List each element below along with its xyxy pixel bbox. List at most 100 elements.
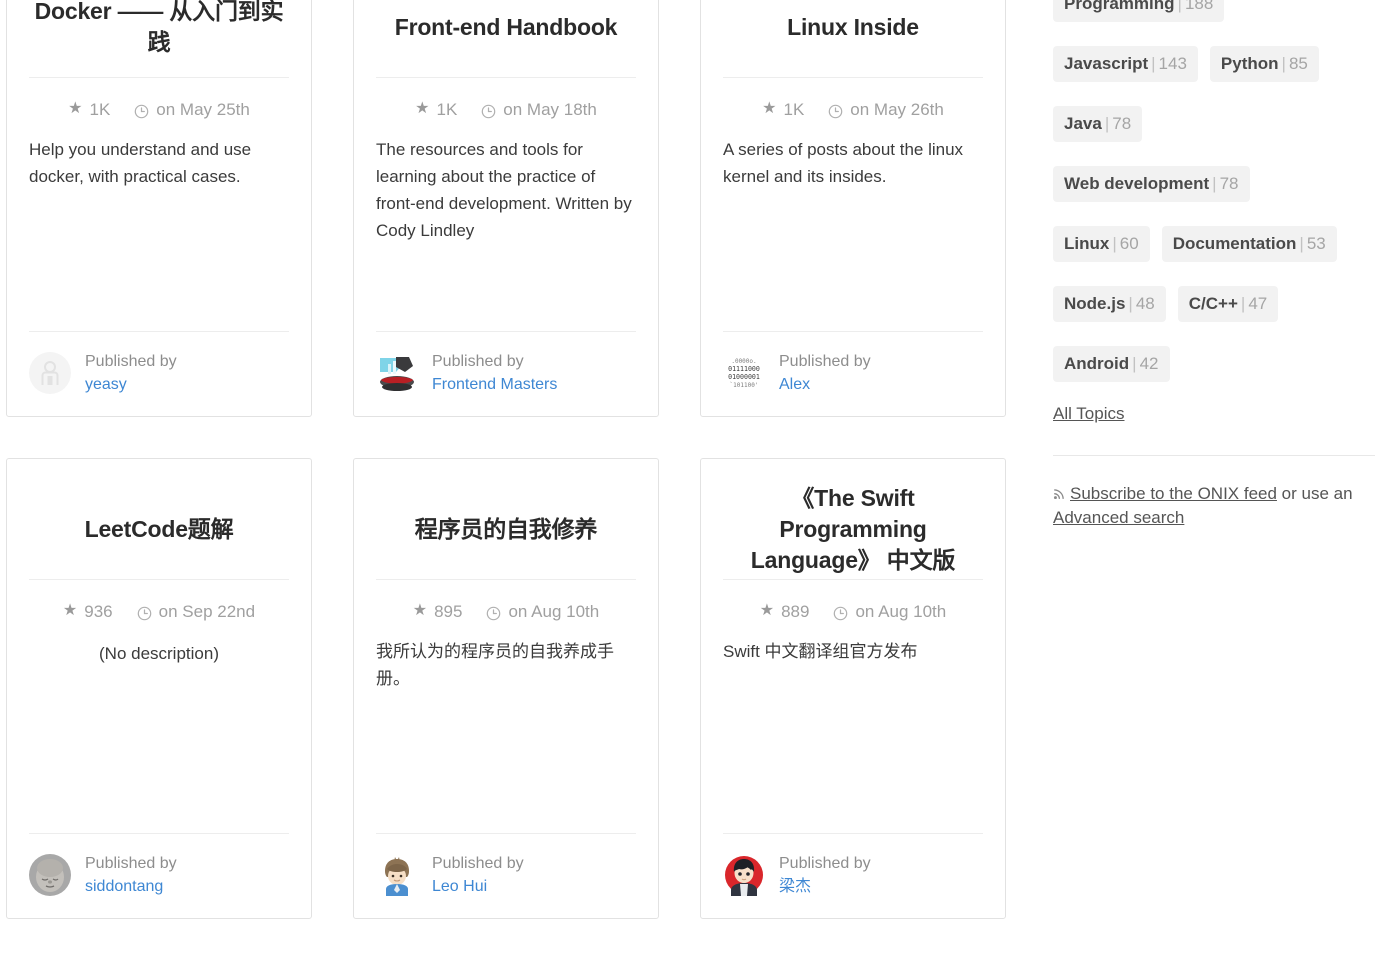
tag-count: 143 — [1159, 54, 1187, 73]
publisher-text: Published by Leo Hui — [432, 852, 524, 898]
book-publisher: .0000o. 01111000 01000001 `101100' Publi… — [723, 332, 983, 416]
topic-tag-android[interactable]: Android|42 — [1053, 346, 1170, 382]
book-title[interactable]: 程序员的自我修养 — [376, 479, 636, 579]
book-description: (No description) — [29, 638, 289, 833]
book-card[interactable]: LeetCode题解 ★ 936 on Sep 22nd (No descrip… — [6, 458, 312, 919]
book-title[interactable]: 《The Swift Programming Language》 中文版 — [723, 479, 983, 579]
feed-middle-text: or use an — [1277, 484, 1353, 503]
topic-tag-java[interactable]: Java|78 — [1053, 106, 1142, 142]
clock-icon — [137, 606, 152, 621]
sidebar-divider — [1053, 455, 1375, 456]
tag-label: Android — [1064, 354, 1129, 373]
publisher-text: Published by siddontang — [85, 852, 177, 898]
author-link[interactable]: Frontend Masters — [432, 373, 557, 396]
tag-separator: | — [1209, 174, 1219, 193]
published-by-label: Published by — [779, 350, 871, 373]
book-description: A series of posts about the linux kernel… — [723, 136, 983, 331]
tag-count: 60 — [1120, 234, 1139, 253]
book-title[interactable]: Docker —— 从入门到实践 — [29, 0, 289, 77]
updated-date: on Aug 10th — [833, 602, 946, 622]
topic-tag-python[interactable]: Python|85 — [1210, 46, 1319, 82]
book-title[interactable]: LeetCode题解 — [29, 479, 289, 579]
tag-count: 53 — [1307, 234, 1326, 253]
author-link[interactable]: Leo Hui — [432, 875, 524, 898]
author-link[interactable]: yeasy — [85, 373, 177, 396]
tag-label: Python — [1221, 54, 1279, 73]
book-meta: ★ 895 on Aug 10th — [376, 580, 636, 638]
tag-count: 42 — [1140, 354, 1159, 373]
book-publisher: Published by siddontang — [29, 834, 289, 918]
date-value: on May 25th — [156, 100, 250, 120]
clock-icon — [486, 606, 501, 621]
book-title[interactable]: Front-end Handbook — [376, 0, 636, 77]
topic-tag-c-cpp[interactable]: C/C++|47 — [1178, 286, 1278, 322]
book-publisher: Published by 梁杰 — [723, 834, 983, 918]
cartoon-boy-avatar — [376, 854, 418, 896]
star-icon: ★ — [413, 603, 427, 619]
feed-subscription-line: Subscribe to the ONIX feed or use an Adv… — [1053, 482, 1375, 530]
topic-tag-programming[interactable]: Programming|188 — [1053, 0, 1224, 22]
tag-separator: | — [1296, 234, 1306, 253]
book-meta: ★ 889 on Aug 10th — [723, 580, 983, 638]
topic-tag-nodejs[interactable]: Node.js|48 — [1053, 286, 1166, 322]
book-description: Help you understand and use docker, with… — [29, 136, 289, 331]
published-by-label: Published by — [432, 350, 557, 373]
star-count: ★ 1K — [415, 100, 457, 120]
book-card[interactable]: Docker —— 从入门到实践 ★ 1K on May 25th Help y… — [6, 0, 312, 417]
tag-separator: | — [1238, 294, 1248, 313]
advanced-search-link[interactable]: Advanced search — [1053, 508, 1184, 527]
author-link[interactable]: 梁杰 — [779, 875, 871, 898]
topic-tag-documentation[interactable]: Documentation|53 — [1162, 226, 1337, 262]
clock-icon — [828, 104, 843, 119]
topic-tag-linux[interactable]: Linux|60 — [1053, 226, 1150, 262]
book-card[interactable]: Front-end Handbook ★ 1K on May 18th The … — [353, 0, 659, 417]
frontend-masters-logo-avatar — [376, 352, 418, 394]
author-link[interactable]: siddontang — [85, 875, 177, 898]
tag-label: Java — [1064, 114, 1102, 133]
book-meta: ★ 1K on May 26th — [723, 78, 983, 136]
star-count-value: 1K — [89, 100, 110, 120]
binary-digits-avatar: .0000o. 01111000 01000001 `101100' — [723, 352, 765, 394]
tag-separator: | — [1129, 354, 1139, 373]
date-value: on May 18th — [503, 100, 597, 120]
star-count: ★ 1K — [762, 100, 804, 120]
topic-tag-web-development[interactable]: Web development|78 — [1053, 166, 1250, 202]
card-row-2: LeetCode题解 ★ 936 on Sep 22nd (No descrip… — [6, 458, 1020, 919]
subscribe-feed-link[interactable]: Subscribe to the ONIX feed — [1070, 484, 1277, 503]
book-meta: ★ 1K on May 25th — [29, 78, 289, 136]
updated-date: on May 18th — [481, 100, 597, 120]
tag-separator: | — [1125, 294, 1135, 313]
tag-count: 78 — [1220, 174, 1239, 193]
tag-separator: | — [1279, 54, 1289, 73]
book-card[interactable]: 程序员的自我修养 ★ 895 on Aug 10th 我所认为的程序员的自我养成… — [353, 458, 659, 919]
tag-label: Linux — [1064, 234, 1109, 253]
book-publisher: Published by Leo Hui — [376, 834, 636, 918]
tag-count: 78 — [1112, 114, 1131, 133]
tag-separator: | — [1109, 234, 1119, 253]
topic-tag-cloud: Programming|188 Javascript|143 Python|85… — [1053, 0, 1375, 382]
date-value: on Sep 22nd — [159, 602, 255, 622]
book-title[interactable]: Linux Inside — [723, 0, 983, 77]
book-description: Swift 中文翻译组官方发布 — [723, 638, 983, 833]
tag-separator: | — [1175, 0, 1185, 13]
svg-text:`101100': `101100' — [730, 382, 759, 389]
all-topics-link[interactable]: All Topics — [1053, 404, 1125, 424]
published-by-label: Published by — [85, 852, 177, 875]
tag-separator: | — [1148, 54, 1158, 73]
star-count-value: 936 — [84, 602, 112, 622]
book-publisher: Published by yeasy — [29, 332, 289, 416]
book-meta: ★ 936 on Sep 22nd — [29, 580, 289, 638]
star-count-value: 1K — [436, 100, 457, 120]
topic-tag-javascript[interactable]: Javascript|143 — [1053, 46, 1198, 82]
book-description: The resources and tools for learning abo… — [376, 136, 636, 331]
book-card[interactable]: 《The Swift Programming Language》 中文版 ★ 8… — [700, 458, 1006, 919]
updated-date: on May 26th — [828, 100, 944, 120]
publisher-text: Published by 梁杰 — [779, 852, 871, 898]
publisher-text: Published by yeasy — [85, 350, 177, 396]
date-value: on Aug 10th — [855, 602, 946, 622]
book-listing-page: Docker —— 从入门到实践 ★ 1K on May 25th Help y… — [0, 0, 1382, 878]
sidebar: Programming|188 Javascript|143 Python|85… — [1053, 0, 1375, 530]
author-link[interactable]: Alex — [779, 373, 871, 396]
tag-label: Programming — [1064, 0, 1175, 13]
book-card[interactable]: Linux Inside ★ 1K on May 26th A series o… — [700, 0, 1006, 417]
